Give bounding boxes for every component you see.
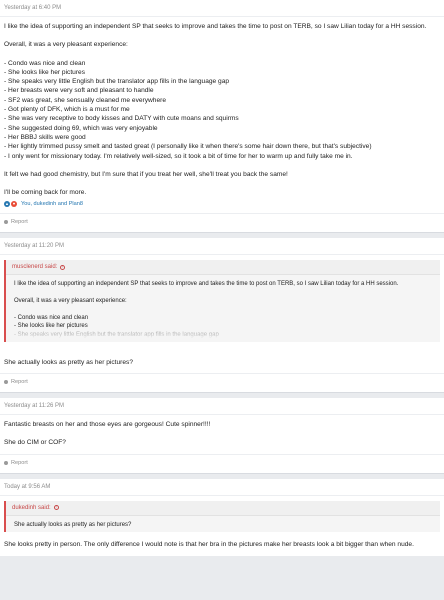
post-body: She looks pretty in person. The only dif… — [4, 540, 440, 549]
quote-author[interactable]: musclenerd said: — [12, 263, 57, 271]
report-icon — [4, 460, 8, 465]
quote-line: She actually looks as pretty as her pict… — [14, 521, 132, 528]
paragraph: Overall, it was a very pleasant experien… — [4, 40, 440, 49]
quote-line: - Condo was nice and clean — [14, 314, 89, 321]
list-item: - SF2 was great, she sensually cleaned m… — [4, 96, 166, 104]
quote-body: I like the idea of supporting an indepen… — [6, 275, 440, 341]
text-line: I'll be coming back for more. — [4, 189, 87, 197]
quote-author[interactable]: dukedinh said: — [12, 504, 51, 512]
quote-line-faded: - She speaks very little English but the… — [14, 331, 219, 338]
report-label: Report — [11, 459, 28, 466]
post-footer-divider — [0, 373, 444, 375]
text-line: It felt we had good chemistry, but I'm s… — [4, 170, 288, 178]
post-date[interactable]: Yesterday at 6:40 PM — [4, 4, 440, 16]
post-3: Yesterday at 11:26 PM Fantastic breasts … — [0, 398, 444, 474]
post-body: She actually looks as pretty as her pict… — [4, 358, 440, 367]
list-item: - Her lightly trimmed pussy smelt and ta… — [4, 143, 372, 151]
reactions-bar[interactable]: ▲ ♥ You, dukedinh and Plan8 — [4, 201, 440, 208]
text-line: She looks pretty in person. The only dif… — [4, 541, 414, 549]
arrow-up-circle-icon[interactable]: ↑ — [60, 264, 66, 270]
list-item: - She was very receptive to body kisses … — [4, 115, 239, 123]
post-footer-divider — [0, 453, 444, 455]
report-link[interactable]: Report — [4, 218, 440, 226]
post-date[interactable]: Today at 9:56 AM — [4, 483, 440, 495]
list-item: - She suggested doing 69, which was very… — [4, 124, 158, 132]
list-item: - Her BBBJ skills were good — [4, 133, 86, 141]
quote-body: She actually looks as pretty as her pict… — [6, 516, 440, 533]
text-line: Overall, it was a very pleasant experien… — [4, 41, 128, 49]
report-label: Report — [11, 379, 28, 386]
quote-line: - She looks like her pictures — [14, 323, 88, 330]
paragraph: I like the idea of supporting an indepen… — [4, 22, 440, 31]
quote-block: dukedinh said: ↑ She actually looks as p… — [4, 500, 440, 533]
paragraph: It felt we had good chemistry, but I'm s… — [4, 170, 440, 179]
post-divider — [0, 414, 444, 416]
list-item: - She speaks very little English but the… — [4, 78, 230, 86]
list-item: - Condo was nice and clean — [4, 59, 86, 67]
post-1: Yesterday at 6:40 PM I like the idea of … — [0, 0, 444, 234]
quote-line: I like the idea of supporting an indepen… — [14, 281, 399, 288]
list-item: - She looks like her pictures — [4, 68, 85, 76]
quote-expand[interactable]: - She speaks very little English but the… — [14, 331, 434, 339]
quote-line: Overall, it was a very pleasant experien… — [14, 298, 127, 305]
list-item: - Got plenty of DFK, which is a must for… — [4, 106, 130, 114]
reaction-users[interactable]: You, dukedinh and Plan8 — [21, 201, 83, 207]
bullet-list: - Condo was nice and clean - She looks l… — [4, 59, 440, 161]
text-line: She actually looks as pretty as her pict… — [4, 358, 134, 366]
text-line: I like the idea of supporting an indepen… — [4, 23, 427, 30]
report-label: Report — [11, 219, 28, 226]
post-date[interactable]: Yesterday at 11:20 PM — [4, 242, 440, 254]
list-item: - Her breasts were very soft and pleasan… — [4, 87, 154, 95]
quote-block: musclenerd said: ↑ I like the idea of su… — [4, 260, 440, 342]
post-2: Yesterday at 11:20 PM musclenerd said: ↑… — [0, 238, 444, 394]
post-divider — [0, 494, 444, 496]
quote-header[interactable]: dukedinh said: ↑ — [6, 500, 440, 516]
text-line: She do CIM or COF? — [4, 439, 66, 447]
post-body: I like the idea of supporting an indepen… — [4, 22, 440, 197]
quote-line — [14, 306, 434, 314]
text-line: Fantastic breasts on her and those eyes … — [4, 421, 211, 429]
quote-line — [14, 289, 434, 297]
list-item: - I only went for missionary today. I'm … — [4, 152, 353, 160]
post-date[interactable]: Yesterday at 11:26 PM — [4, 402, 440, 414]
arrow-up-circle-icon[interactable]: ↑ — [53, 505, 59, 511]
report-icon — [4, 220, 8, 225]
report-link[interactable]: Report — [4, 378, 440, 386]
report-link[interactable]: Report — [4, 459, 440, 467]
post-4: Today at 9:56 AM dukedinh said: ↑ She ac… — [0, 478, 444, 556]
quote-header[interactable]: musclenerd said: ↑ — [6, 260, 440, 276]
thread-page: Yesterday at 6:40 PM I like the idea of … — [0, 0, 444, 600]
post-divider — [0, 254, 444, 256]
post-body: Fantastic breasts on her and those eyes … — [4, 420, 440, 448]
post-footer-divider — [0, 213, 444, 215]
paragraph: I'll be coming back for more. — [4, 188, 440, 197]
heart-icon: ♥ — [11, 201, 17, 208]
thumbs-up-icon: ▲ — [4, 201, 10, 208]
post-divider — [0, 16, 444, 17]
report-icon — [4, 380, 8, 385]
